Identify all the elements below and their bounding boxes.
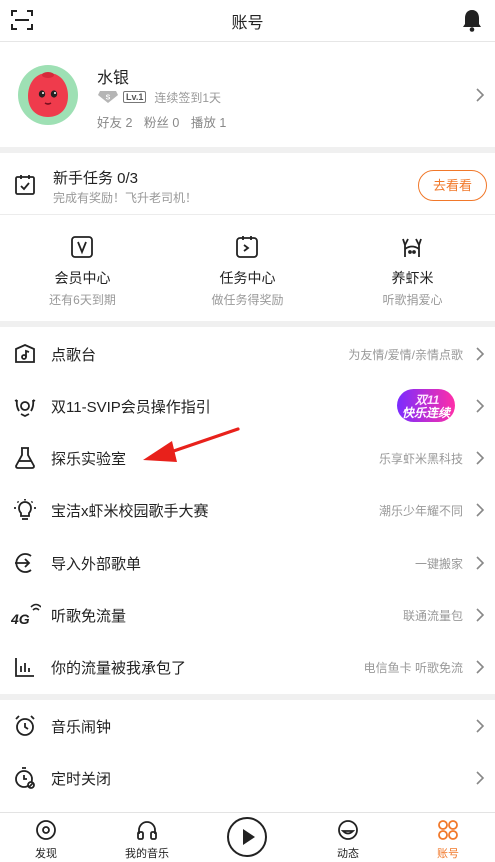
nav-account[interactable]: 账号: [418, 813, 478, 862]
timer-icon: [15, 767, 35, 789]
menu-item-free-data[interactable]: 4G 听歌免流量 联通流量包: [0, 589, 495, 641]
menu-hint: 联通流量包: [402, 609, 463, 623]
chevron-right-icon: [476, 556, 485, 570]
nav-discover[interactable]: 发现: [16, 813, 76, 862]
menu-item-sleep-timer[interactable]: 定时关闭: [0, 752, 495, 804]
profile-card[interactable]: 水银 S Lv.1 连续签到1天 好友 2 粉丝 0 播放 1: [0, 43, 495, 147]
menu-hint: 为友情/爱情/亲情点歌: [348, 348, 463, 362]
section-divider: [0, 321, 495, 327]
quick-entries: 会员中心 还有6天到期 任务中心 做任务得奖励 养虾米 听歌捐爱心: [0, 216, 495, 320]
nav-my-music[interactable]: 我的音乐: [117, 813, 177, 862]
song-request-icon: [15, 344, 35, 363]
task-icon: [236, 236, 258, 258]
task-center-title: 任务中心: [219, 270, 276, 286]
nav-feed[interactable]: 动态: [318, 813, 378, 862]
menu-item-import-playlist[interactable]: 导入外部歌单 一键搬家: [0, 537, 495, 589]
calendar-check-icon: [15, 175, 35, 195]
menu-item-alarm[interactable]: 音乐闹钟: [0, 700, 495, 752]
data-chart-icon: [15, 658, 34, 677]
alarm-icon: [15, 715, 35, 736]
profile-stats: 好友 2 粉丝 0 播放 1: [97, 112, 234, 131]
menu-item-lab[interactable]: 探乐实验室 乐享虾米黑科技: [0, 432, 495, 484]
fans-count[interactable]: 粉丝 0: [144, 116, 179, 130]
menu-label: 你的流量被我承包了: [51, 660, 187, 677]
flask-icon: [15, 447, 35, 469]
avatar-image: [28, 72, 68, 117]
chevron-right-icon: [476, 771, 485, 785]
nav-label: 我的音乐: [125, 848, 169, 860]
chevron-right-icon: [476, 451, 485, 465]
menu-item-data-plan[interactable]: 你的流量被我承包了 电信鱼卡 听歌免流: [0, 641, 495, 693]
top-bar: 账号: [0, 0, 495, 42]
menu-hint: 电信鱼卡 听歌免流: [363, 661, 463, 675]
level-badge: Lv.1: [123, 91, 147, 103]
menu-hint: 潮乐少年耀不同: [378, 504, 463, 518]
nav-label: 账号: [437, 848, 459, 860]
vip-icon: [71, 236, 93, 258]
svip-badge-icon: S: [98, 91, 118, 103]
menu-hint: 一键搬家: [414, 557, 463, 571]
chevron-right-icon: [476, 660, 485, 674]
chevron-right-icon: [476, 503, 485, 517]
menu-item-svip-guide[interactable]: 双11-SVIP会员操作指引 双11 快乐连续: [0, 380, 495, 432]
discover-icon: [36, 820, 56, 840]
chevron-right-icon: [476, 608, 485, 622]
svg-text:4G: 4G: [11, 611, 30, 627]
member-center[interactable]: 会员中心 还有6天到期: [0, 216, 165, 320]
raise-shrimp[interactable]: 养虾米 听歌捐爱心: [330, 216, 495, 320]
vip-guide-icon: [14, 399, 36, 418]
username: 水银: [97, 70, 130, 87]
chevron-right-icon: [476, 399, 485, 413]
raise-shrimp-title: 养虾米: [391, 270, 434, 286]
bottom-nav: 发现 我的音乐 动态 账号: [0, 812, 495, 862]
task-center[interactable]: 任务中心 做任务得奖励: [165, 216, 330, 320]
badge-row: S Lv.1 连续签到1天: [97, 89, 221, 105]
menu-label: 探乐实验室: [51, 451, 127, 468]
task-center-sub: 做任务得奖励: [211, 293, 284, 307]
task-title: 新手任务 0/3: [53, 170, 139, 187]
nav-label: 动态: [337, 848, 359, 860]
shrimp-icon: [402, 238, 422, 257]
task-subtitle: 完成有奖励！飞升老司机！: [53, 191, 198, 205]
menu-label: 音乐闹钟: [51, 719, 112, 736]
friends-count[interactable]: 好友 2: [97, 116, 132, 130]
headphones-icon: [137, 821, 157, 840]
plays-count[interactable]: 播放 1: [191, 116, 226, 130]
chevron-right-icon: [476, 347, 485, 361]
chevron-right-icon: [476, 88, 485, 102]
member-center-title: 会员中心: [54, 270, 111, 286]
menu-label: 听歌免流量: [51, 608, 127, 625]
menu-label: 导入外部歌单: [51, 556, 142, 573]
view-task-button[interactable]: 去看看: [418, 170, 487, 201]
lightbulb-icon: [14, 499, 36, 520]
feed-icon: [338, 820, 358, 840]
menu-label: 宝洁x虾米校园歌手大赛: [51, 503, 209, 520]
account-icon: [438, 820, 458, 840]
4g-icon: 4G: [11, 603, 41, 627]
menu-item-singer-contest[interactable]: 宝洁x虾米校园歌手大赛 潮乐少年耀不同: [0, 484, 495, 536]
checkin-status: 连续签到1天: [154, 90, 222, 105]
nav-label: 发现: [35, 848, 57, 860]
play-button-icon[interactable]: [226, 816, 268, 858]
menu-item-song-request[interactable]: 点歌台 为友情/爱情/亲情点歌: [0, 328, 495, 380]
page-title: 账号: [231, 15, 264, 32]
import-icon: [15, 553, 32, 573]
menu-label: 点歌台: [51, 347, 97, 364]
raise-shrimp-sub: 听歌捐爱心: [382, 293, 443, 307]
banner-text-2: 快乐连续: [402, 406, 451, 420]
menu-hint: 乐享虾米黑科技: [378, 452, 463, 466]
chevron-right-icon: [476, 719, 485, 733]
avatar[interactable]: [18, 65, 78, 125]
double11-banner[interactable]: 双11 快乐连续: [397, 389, 455, 422]
bell-icon[interactable]: [461, 8, 483, 32]
member-center-sub: 还有6天到期: [49, 293, 116, 307]
section-divider: [0, 147, 495, 153]
menu-label: 定时关闭: [51, 771, 112, 788]
svg-text:S: S: [106, 95, 111, 102]
newbie-task[interactable]: 新手任务 0/3 完成有奖励！飞升老司机！ 去看看: [0, 155, 495, 215]
menu-label: 双11-SVIP会员操作指引: [51, 399, 211, 416]
